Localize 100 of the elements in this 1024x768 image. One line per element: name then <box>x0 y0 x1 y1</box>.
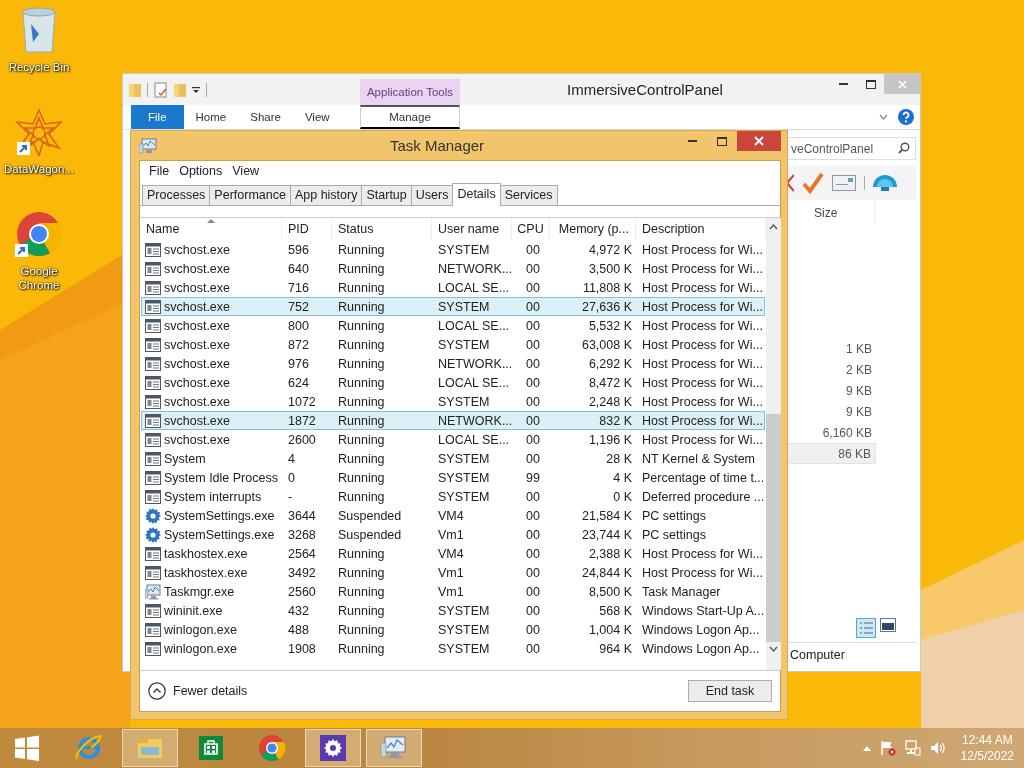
table-cell-text: 2600 <box>287 432 317 447</box>
table-cell-text: Host Process for Wi... <box>641 546 764 561</box>
program-icon <box>145 641 161 656</box>
tab[interactable]: Details <box>452 183 501 206</box>
speaker-icon[interactable] <box>929 740 946 756</box>
process-row[interactable]: wininit.exe 432 Running SYSTEM 00 568 K Windows Start-Up A... <box>141 601 766 620</box>
table-cell-text: 4,972 K <box>587 242 633 257</box>
ribbon-tab[interactable]: Share <box>238 105 293 129</box>
table-cell-text: 00 <box>525 603 541 618</box>
search-field[interactable]: veControlPanel <box>786 137 916 160</box>
process-row[interactable]: winlogon.exe 488 Running SYSTEM 00 1,004 K Windows Logon Ap... <box>141 620 766 639</box>
process-row[interactable]: svchost.exe 2600 Running LOCAL SE... 00 1,196 K Host Process for Wi... <box>141 430 766 449</box>
program-icon <box>145 356 161 371</box>
process-row[interactable]: taskhostex.exe 3492 Running Vm1 00 24,844 K Host Process for Wi... <box>141 563 766 582</box>
table-cell-text: 27,636 K <box>580 299 633 314</box>
table-cell-text: Windows Start-Up A... <box>641 603 765 618</box>
process-row[interactable]: taskhostex.exe 2564 Running VM4 00 2,388 K Host Process for Wi... <box>141 544 766 563</box>
table-cell-text: 00 <box>525 337 541 352</box>
menu-item[interactable]: View <box>227 164 265 181</box>
table-cell-text: 00 <box>525 622 541 637</box>
process-row[interactable]: svchost.exe 976 Running NETWORK... 00 6,292 K Host Process for Wi... <box>141 354 766 373</box>
file-tab[interactable]: File <box>131 105 184 129</box>
tab[interactable]: Performance <box>209 185 291 205</box>
maximize-icon <box>717 136 727 146</box>
tab[interactable]: Startup <box>361 185 412 205</box>
scroll-down-icon <box>769 646 779 652</box>
table-cell: svchost.exe <box>164 394 230 409</box>
process-row[interactable]: System 4 Running SYSTEM 00 28 K NT Kernel & System <box>141 449 766 468</box>
process-row[interactable]: winlogon.exe 1908 Running SYSTEM 00 964 K Windows Logon Ap... <box>141 639 766 658</box>
table-cell-text: 1,004 K <box>587 622 633 637</box>
process-row[interactable]: svchost.exe 640 Running NETWORK... 00 3,500 K Host Process for Wi... <box>141 259 766 278</box>
process-row[interactable]: svchost.exe 752 Running SYSTEM 00 27,636 K Host Process for Wi... <box>141 297 766 316</box>
process-row[interactable]: svchost.exe 624 Running LOCAL SE... 00 8,472 K Host Process for Wi... <box>141 373 766 392</box>
close-icon <box>754 136 764 146</box>
table-cell-text: Running <box>337 432 386 447</box>
process-row[interactable]: System Idle Process 0 Running SYSTEM 99 4 K Percentage of time t... <box>141 468 766 487</box>
table-cell: winlogon.exe <box>164 622 237 637</box>
close-button[interactable] <box>737 131 781 151</box>
table-cell-text: Task Manager <box>641 584 722 599</box>
table-cell-text: Host Process for Wi... <box>641 356 764 371</box>
ribbon-tab[interactable]: Home <box>183 105 239 129</box>
table-cell-text: Running <box>337 394 386 409</box>
program-icon <box>145 394 161 409</box>
table-cell-text: 00 <box>525 527 541 542</box>
table-cell-text: Host Process for Wi... <box>641 432 764 447</box>
table-cell-text: 5,532 K <box>587 318 633 333</box>
star-shortcut-icon[interactable] <box>15 108 63 156</box>
table-cell-text: NETWORK... <box>437 413 514 428</box>
store-icon <box>196 733 226 763</box>
table-cell-text: - <box>287 489 294 504</box>
table-cell-text: VM4 <box>437 546 465 561</box>
scroll-up-icon <box>769 224 779 230</box>
table-cell-text: 488 <box>287 622 310 637</box>
process-row[interactable]: svchost.exe 716 Running LOCAL SE... 00 11,808 K Host Process for Wi... <box>141 278 766 297</box>
table-cell-text: 00 <box>525 546 541 561</box>
menu-item[interactable]: File <box>144 164 175 181</box>
tab[interactable]: App history <box>289 185 363 205</box>
caret-up-icon[interactable] <box>862 745 871 751</box>
process-row[interactable]: System interrupts - Running SYSTEM 00 0 K Deferred procedure ... <box>141 487 766 506</box>
flag-icon[interactable] <box>879 740 896 756</box>
process-row[interactable]: svchost.exe 596 Running SYSTEM 00 4,972 K Host Process for Wi... <box>141 240 766 259</box>
table-cell-text: Host Process for Wi... <box>641 565 764 580</box>
scrollbar[interactable] <box>766 218 782 670</box>
tab[interactable]: Processes <box>142 185 211 205</box>
program-icon <box>145 242 161 257</box>
process-row[interactable]: svchost.exe 1872 Running NETWORK... 00 832 K Host Process for Wi... <box>141 411 766 430</box>
chrome-shortcut-icon[interactable] <box>15 210 63 258</box>
network-icon[interactable] <box>904 740 921 756</box>
tab[interactable]: Users <box>410 185 454 205</box>
collapse-up-icon <box>148 682 166 700</box>
table-cell-text: Running <box>337 413 386 428</box>
table-cell: svchost.exe <box>164 261 230 276</box>
table-cell-text: SYSTEM <box>437 394 491 409</box>
table-cell-text: SYSTEM <box>437 299 491 314</box>
table-cell-text: 4 <box>287 451 296 466</box>
table-cell-text: 21,584 K <box>580 508 633 523</box>
process-row[interactable]: SystemSettings.exe 3644 Suspended VM4 00 21,584 K PC settings <box>141 506 766 525</box>
table-cell-text: SYSTEM <box>437 622 491 637</box>
thumbnail-view-icon[interactable] <box>880 618 896 632</box>
process-row[interactable]: svchost.exe 1072 Running SYSTEM 00 2,248 K Host Process for Wi... <box>141 392 766 411</box>
table-cell-text: Running <box>337 261 386 276</box>
process-row[interactable]: svchost.exe 800 Running LOCAL SE... 00 5,532 K Host Process for Wi... <box>141 316 766 335</box>
tab[interactable]: Services <box>499 185 558 205</box>
ribbon-tab[interactable]: View <box>292 105 342 129</box>
gear-icon <box>145 507 161 524</box>
table-cell-text: Host Process for Wi... <box>641 261 764 276</box>
table-cell-text: 832 K <box>598 413 633 428</box>
fewer-details-link[interactable]: Fewer details <box>148 682 248 700</box>
table-cell-text: Suspended <box>337 527 403 542</box>
process-row[interactable]: svchost.exe 872 Running SYSTEM 00 63,008 K Host Process for Wi... <box>141 335 766 354</box>
table-cell-text: Running <box>337 318 386 333</box>
program-icon <box>145 546 161 561</box>
program-icon <box>145 565 161 580</box>
process-row[interactable]: SystemSettings.exe 3268 Suspended Vm1 00 23,744 K PC settings <box>141 525 766 544</box>
taskbar-button[interactable] <box>305 729 361 767</box>
process-row[interactable]: Taskmgr.exe 2560 Running Vm1 00 8,500 K Task Manager <box>141 582 766 601</box>
end-task-button[interactable]: End task <box>688 680 772 702</box>
menu-item[interactable]: Options <box>174 164 228 181</box>
table-cell: taskhostex.exe <box>164 546 248 561</box>
table-cell-text: Running <box>337 641 386 656</box>
